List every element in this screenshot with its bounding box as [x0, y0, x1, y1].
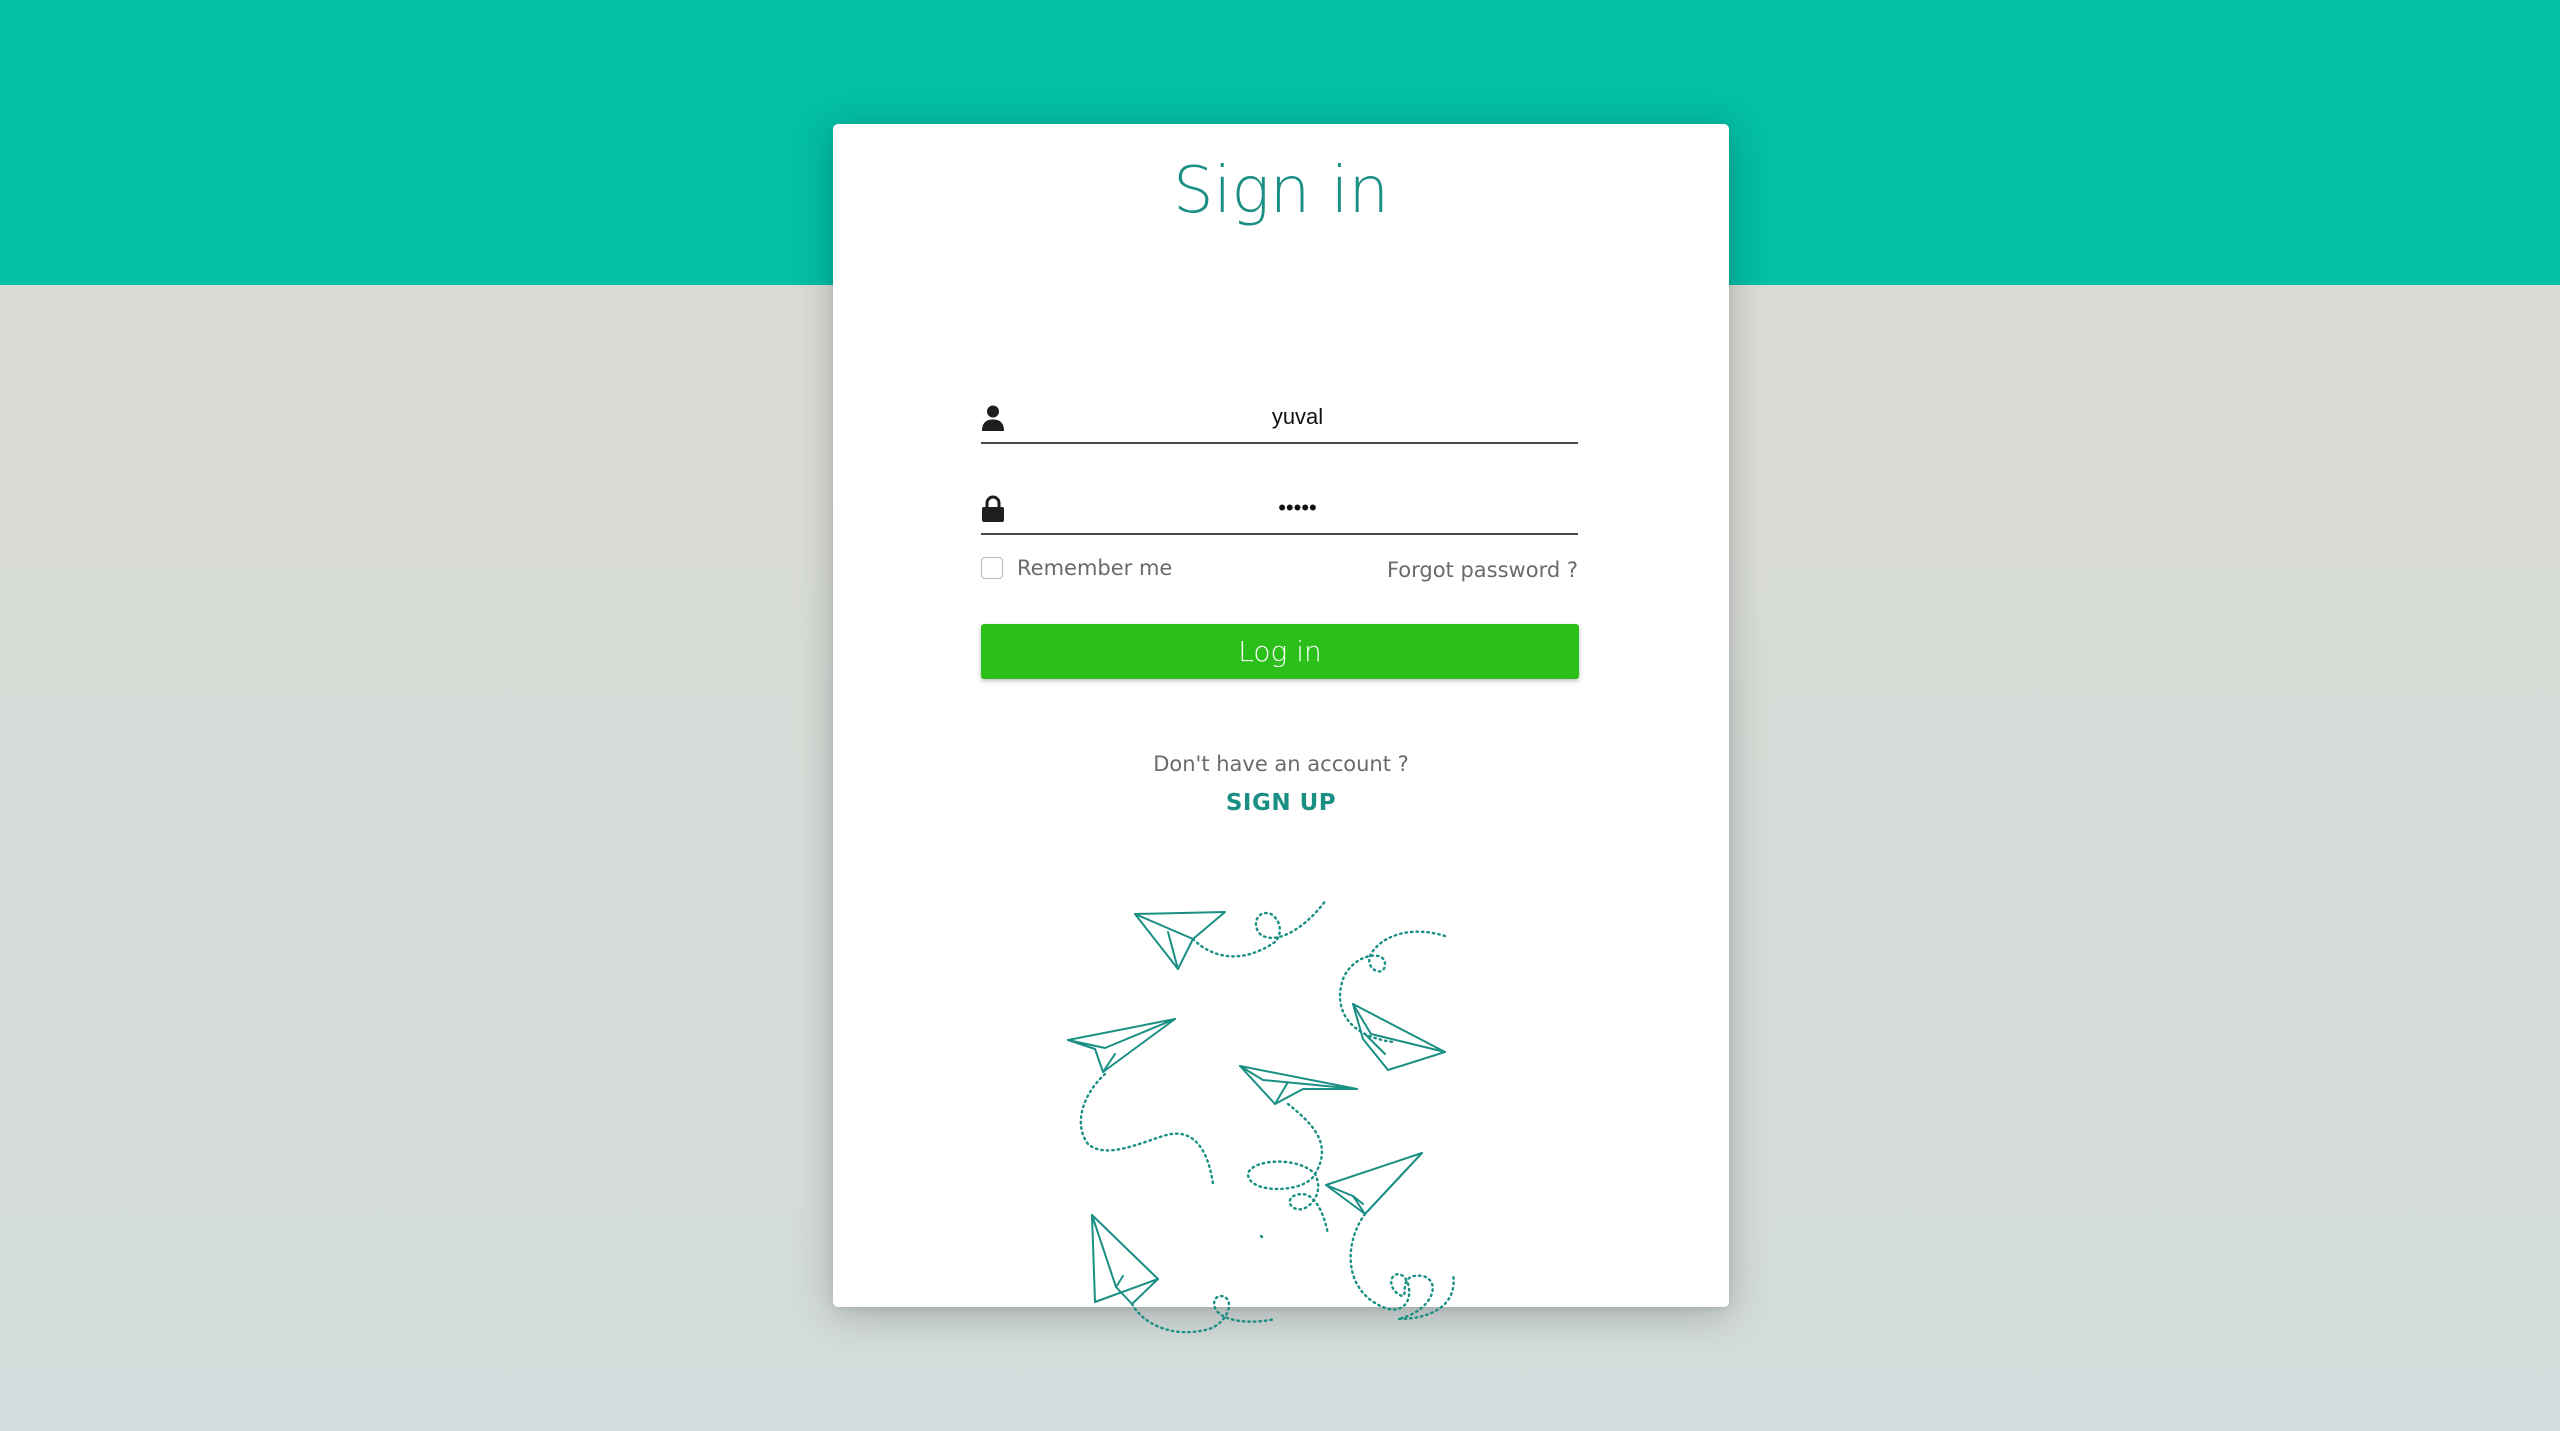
username-field — [981, 394, 1578, 444]
paper-plane-icon — [1134, 911, 1226, 970]
password-field — [981, 485, 1578, 535]
login-button[interactable]: Log in — [981, 624, 1579, 679]
paper-plane-icon — [1067, 1018, 1176, 1073]
remember-checkbox[interactable] — [981, 557, 1003, 579]
paper-plane-icon — [1325, 1152, 1423, 1215]
page-title: Sign in — [1172, 154, 1390, 228]
paper-plane-icon — [1352, 1003, 1446, 1071]
paper-plane-icon — [1239, 1065, 1358, 1105]
remember-me[interactable]: Remember me — [981, 556, 1172, 580]
login-card: Sign in Remember me Forgot password ? Lo… — [833, 124, 1729, 1334]
password-input[interactable] — [1017, 485, 1578, 531]
paper-plane-icon — [1091, 1214, 1159, 1305]
user-icon — [982, 405, 1004, 431]
paper-planes-illustration — [1067, 898, 1455, 1334]
forgot-password-link[interactable]: Forgot password ? — [1387, 558, 1578, 582]
lock-icon — [982, 495, 1004, 522]
remember-label: Remember me — [1017, 556, 1173, 580]
username-input[interactable] — [1017, 394, 1578, 440]
